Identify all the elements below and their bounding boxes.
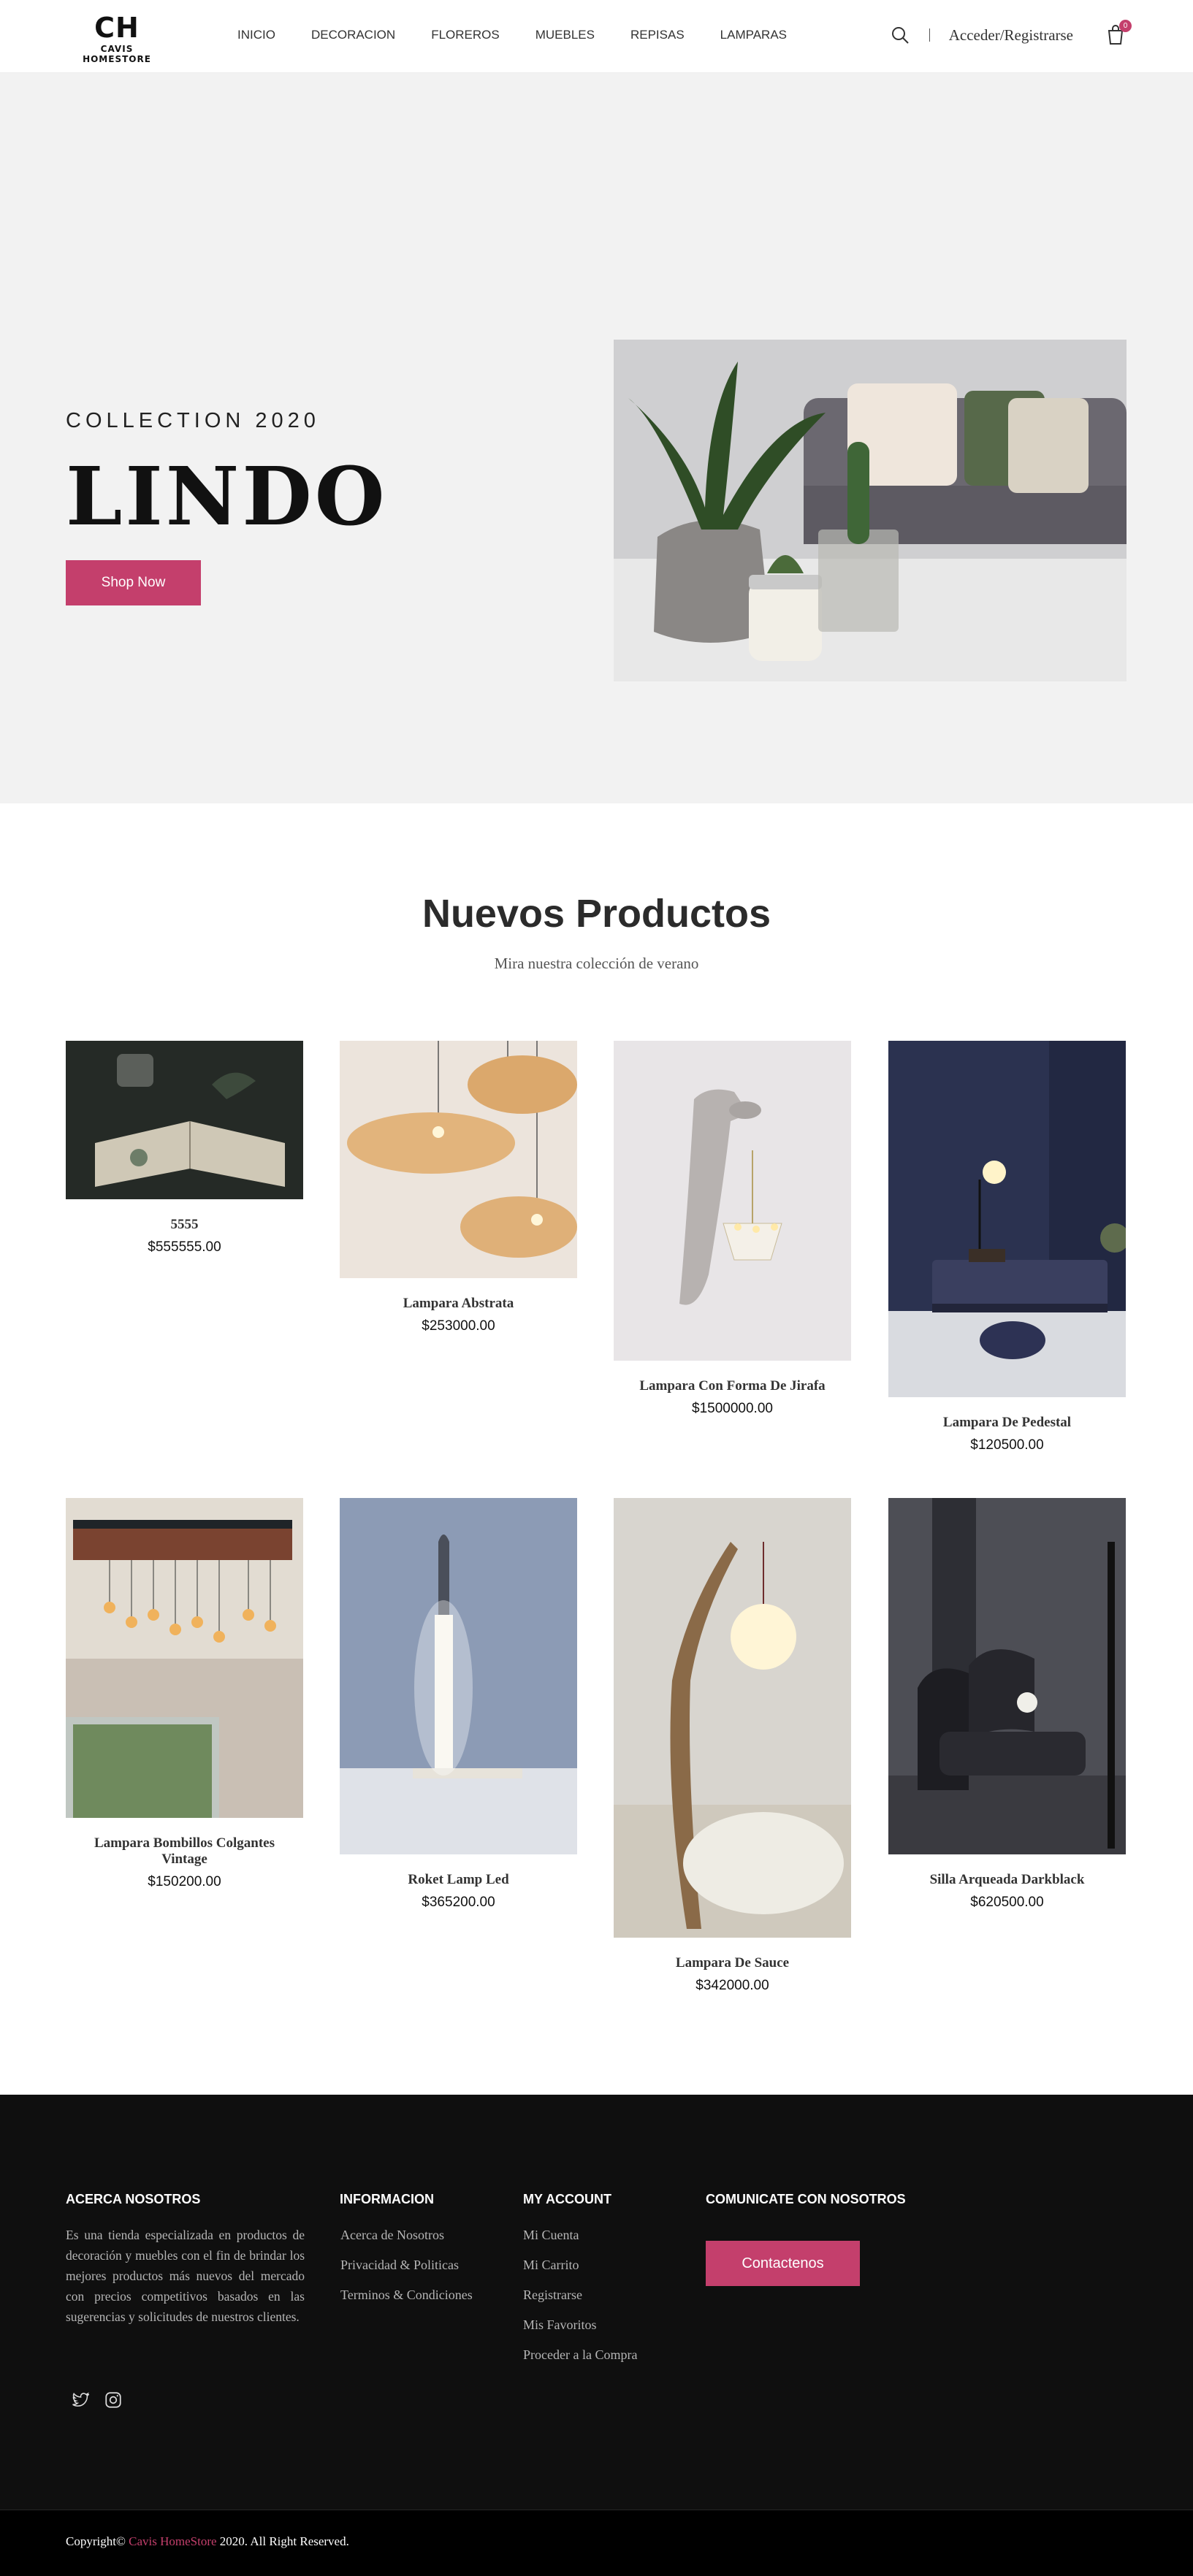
twitter-icon[interactable] <box>71 2390 91 2411</box>
site-footer: ACERCA NOSOTROS Es una tienda especializ… <box>0 2095 1193 2510</box>
product-price: $120500.00 <box>970 1437 1044 1453</box>
product-image[interactable] <box>340 1498 577 1854</box>
footer-contact-title: COMUNICATE CON NOSOTROS <box>706 2192 906 2206</box>
site-header: CH CAVIS HOMESTORE INICIO DECORACION FLO… <box>0 0 1193 73</box>
copyright-bar: Copyright© Cavis HomeStore 2020. All Rig… <box>0 2510 1193 2576</box>
nav-decoracion[interactable]: DECORACION <box>311 28 395 42</box>
cart-count-badge: 0 <box>1119 20 1132 32</box>
product-price: $620500.00 <box>970 1895 1044 1910</box>
logo-text: CAVIS HOMESTORE <box>83 44 151 64</box>
search-icon[interactable] <box>890 25 910 45</box>
footer-about-text: Es una tienda especializada en productos… <box>66 2228 305 2324</box>
footer-link-terms[interactable]: Terminos & Condiciones <box>340 2285 487 2305</box>
footer-link-privacy[interactable]: Privacidad & Politicas <box>340 2255 459 2275</box>
product-card[interactable]: Lampara Con Forma De Jirafa $1500000.00 <box>614 1041 851 1417</box>
contact-button[interactable]: Contactenos <box>706 2241 860 2286</box>
product-price: $150200.00 <box>148 1874 221 1889</box>
product-card[interactable]: 5555 $555555.00 <box>66 1041 303 1255</box>
product-image[interactable] <box>614 1498 851 1938</box>
nav-lamparas[interactable]: LAMPARAS <box>720 28 787 42</box>
hero-eyebrow: COLLECTION 2020 <box>66 409 320 432</box>
copyright-prefix: Copyright© <box>66 2534 126 2548</box>
product-card[interactable]: Silla Arqueada Darkblack $620500.00 <box>888 1498 1126 1911</box>
product-image[interactable] <box>888 1041 1126 1397</box>
footer-link-checkout[interactable]: Proceder a la Compra <box>523 2344 637 2365</box>
footer-link-my-account[interactable]: Mi Cuenta <box>523 2225 579 2245</box>
product-card[interactable]: Lampara De Pedestal $120500.00 <box>888 1041 1126 1453</box>
product-name: Lampara Abstrata <box>403 1296 514 1311</box>
footer-account-title: MY ACCOUNT <box>523 2192 611 2206</box>
product-price: $342000.00 <box>695 1978 769 1993</box>
product-name: Lampara Con Forma De Jirafa <box>639 1378 826 1394</box>
header-actions: Acceder/Registrarse 0 <box>890 20 1132 50</box>
cart-icon[interactable]: 0 <box>1105 20 1132 46</box>
instagram-icon[interactable] <box>104 2390 124 2411</box>
product-card[interactable]: Lampara Abstrata $253000.00 <box>340 1041 577 1334</box>
product-price: $253000.00 <box>422 1318 495 1334</box>
product-name: Lampara Bombillos Colgantes Vintage <box>94 1835 275 1867</box>
footer-link-register[interactable]: Registrarse <box>523 2285 582 2305</box>
footer-link-my-cart[interactable]: Mi Carrito <box>523 2255 579 2275</box>
product-image[interactable] <box>340 1041 577 1278</box>
login-register-link[interactable]: Acceder/Registrarse <box>949 26 1073 45</box>
product-name: Silla Arqueada Darkblack <box>929 1872 1085 1887</box>
product-card[interactable]: Roket Lamp Led $365200.00 <box>340 1498 577 1911</box>
new-products-section: Nuevos Productos Mira nuestra colección … <box>0 803 1193 2095</box>
product-name: Roket Lamp Led <box>408 1872 509 1887</box>
copyright-brand-link[interactable]: Cavis HomeStore <box>129 2534 216 2548</box>
logo-mark: CH <box>94 12 140 44</box>
footer-about-title: ACERCA NOSOTROS <box>66 2192 201 2206</box>
section-subtitle: Mira nuestra colección de verano <box>494 955 699 972</box>
product-price: $555555.00 <box>148 1239 221 1255</box>
footer-info-title: INFORMACION <box>340 2192 434 2206</box>
nav-repisas[interactable]: REPISAS <box>630 28 685 42</box>
footer-link-about[interactable]: Acerca de Nosotros <box>340 2225 444 2245</box>
copyright-text: Copyright© Cavis HomeStore 2020. All Rig… <box>66 2534 349 2549</box>
main-nav: INICIO DECORACION FLOREROS MUEBLES REPIS… <box>237 28 823 42</box>
copyright-suffix: 2020. All Right Reserved. <box>219 2534 349 2548</box>
product-card[interactable]: Lampara De Sauce $342000.00 <box>614 1498 851 1994</box>
product-name: Lampara De Pedestal <box>942 1415 1072 1430</box>
product-name: Lampara De Sauce <box>675 1955 790 1971</box>
product-price: $1500000.00 <box>692 1401 773 1416</box>
product-price: $365200.00 <box>422 1895 495 1910</box>
header-divider <box>929 28 930 42</box>
product-card[interactable]: Lampara Bombillos Colgantes Vintage $150… <box>66 1498 303 1890</box>
product-image[interactable] <box>66 1041 303 1199</box>
product-image[interactable] <box>888 1498 1126 1854</box>
hero-banner: COLLECTION 2020 LINDO Shop Now <box>0 73 1193 803</box>
hero-title: LINDO <box>66 449 388 543</box>
shop-now-button[interactable]: Shop Now <box>66 560 201 605</box>
nav-floreros[interactable]: FLOREROS <box>431 28 500 42</box>
nav-inicio[interactable]: INICIO <box>237 28 275 42</box>
section-title: Nuevos Productos <box>422 892 771 936</box>
hero-image <box>614 340 1127 681</box>
product-image[interactable] <box>66 1498 303 1818</box>
nav-muebles[interactable]: MUEBLES <box>535 28 595 42</box>
logo[interactable]: CH CAVIS HOMESTORE <box>66 13 168 64</box>
footer-link-favorites[interactable]: Mis Favoritos <box>523 2315 597 2335</box>
product-image[interactable] <box>614 1041 851 1361</box>
product-name: 5555 <box>170 1217 199 1232</box>
